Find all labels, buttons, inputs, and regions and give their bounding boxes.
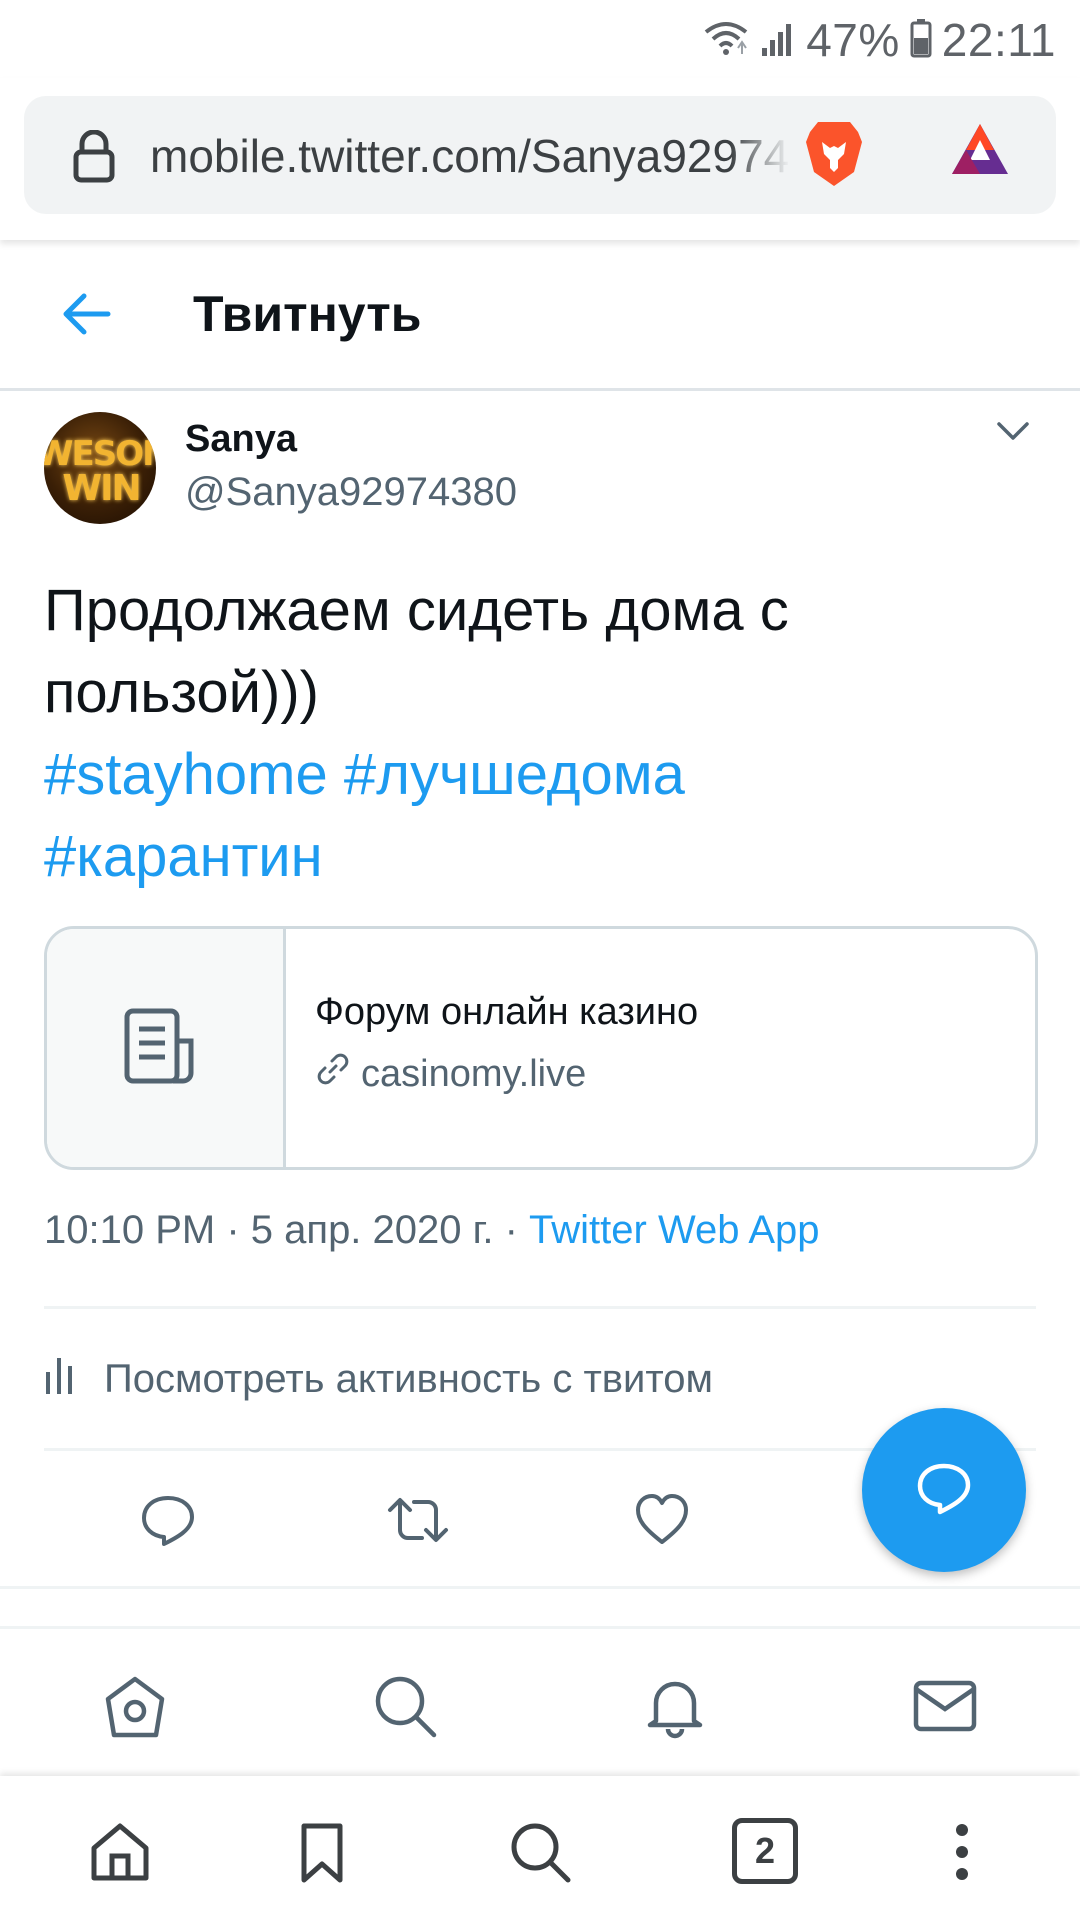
brave-rewards-icon[interactable] — [948, 120, 1012, 185]
browser-search-icon[interactable] — [508, 1820, 572, 1884]
hashtag-link[interactable]: #лучшедома — [344, 742, 685, 807]
reply-bubble-icon — [916, 1460, 972, 1521]
tweet-activity-link[interactable]: Посмотреть активность с твитом — [44, 1352, 713, 1406]
home-icon[interactable] — [102, 1673, 168, 1739]
status-bar: 47% 22:11 — [0, 0, 1080, 78]
browser-toolbar: mobile.twitter.com/Sanya92974380 — [0, 78, 1080, 240]
reply-icon[interactable] — [140, 1492, 196, 1548]
notifications-bell-icon[interactable] — [642, 1673, 708, 1739]
avatar[interactable]: WESOM WIN — [44, 412, 156, 524]
compose-reply-button[interactable] — [862, 1408, 1026, 1572]
card-domain-text: casinomy.live — [361, 1052, 587, 1095]
brave-shields-icon[interactable] — [802, 118, 866, 195]
back-arrow-icon[interactable] — [58, 288, 114, 345]
browser-home-icon[interactable] — [88, 1820, 152, 1884]
tweet-meta: 10:10 PM · 5 апр. 2020 г. · Twitter Web … — [44, 1208, 820, 1253]
hashtag-row: #карантин — [44, 816, 1034, 898]
search-icon[interactable] — [372, 1673, 438, 1739]
more-menu-icon[interactable] — [930, 1820, 994, 1884]
divider — [0, 1586, 1080, 1589]
meta-separator: · — [226, 1208, 240, 1252]
twitter-bottom-nav — [0, 1626, 1080, 1779]
card-title: Форум онлайн казино — [315, 991, 699, 1033]
tweet-body: Продолжаем сидеть дома с пользой))) — [44, 578, 789, 725]
retweet-icon[interactable] — [386, 1492, 448, 1548]
messages-envelope-icon[interactable] — [912, 1673, 978, 1739]
clock: 22:11 — [941, 14, 1056, 66]
tweet-text: Продолжаем сидеть дома с пользой))) #sta… — [44, 570, 1034, 898]
bookmark-icon[interactable] — [290, 1820, 354, 1884]
tweet-source-link[interactable]: Twitter Web App — [529, 1208, 820, 1252]
card-domain: casinomy.live — [315, 1051, 586, 1097]
browser-bottom-bar: 2 — [0, 1776, 1080, 1920]
meta-separator: · — [504, 1208, 518, 1252]
avatar-logo-text-bottom: WIN — [62, 468, 141, 509]
tab-switcher-button[interactable]: 2 — [732, 1818, 798, 1884]
hashtag-link[interactable]: #stayhome — [44, 742, 328, 807]
bar-chart-icon — [44, 1352, 74, 1406]
battery-icon — [910, 18, 932, 63]
lock-icon[interactable] — [72, 129, 116, 189]
page-header: Твитнуть — [0, 240, 1080, 391]
url-text[interactable]: mobile.twitter.com/Sanya92974380 — [150, 126, 790, 186]
page-title: Твитнуть — [193, 286, 422, 342]
link-icon — [315, 1051, 351, 1097]
battery-percent: 47% — [806, 14, 900, 66]
author-handle[interactable]: @Sanya92974380 — [185, 470, 517, 515]
wifi-icon — [702, 18, 750, 63]
divider — [44, 1306, 1036, 1309]
tweet-date[interactable]: 5 апр. 2020 г. — [251, 1208, 494, 1252]
signal-icon — [760, 18, 796, 63]
address-bar[interactable]: mobile.twitter.com/Sanya92974380 — [24, 96, 1056, 214]
hashtag-row: #stayhome #лучшедома — [44, 734, 1034, 816]
like-icon[interactable] — [634, 1492, 690, 1548]
card-thumbnail — [47, 929, 286, 1167]
document-icon — [124, 1008, 194, 1084]
tweet-time[interactable]: 10:10 PM — [44, 1208, 215, 1252]
author-name[interactable]: Sanya — [185, 418, 297, 461]
chevron-down-icon[interactable] — [995, 420, 1031, 449]
hashtag-link[interactable]: #карантин — [44, 824, 323, 889]
link-card[interactable]: Форум онлайн казино casinomy.live — [44, 926, 1038, 1170]
tweet-activity-label: Посмотреть активность с твитом — [104, 1356, 713, 1401]
